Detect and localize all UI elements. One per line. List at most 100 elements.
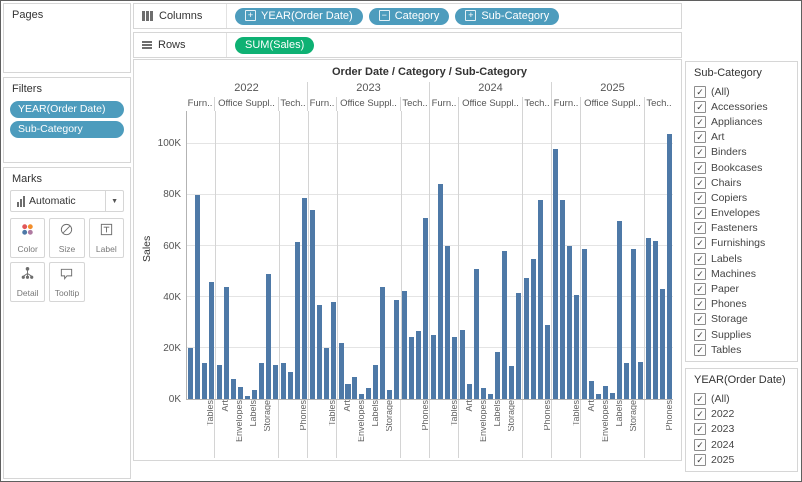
bar-2024-Appliances[interactable] [460,330,465,399]
bar-2025-Paper[interactable] [624,363,629,399]
filter-item-fasteners[interactable]: ✓Fasteners [694,221,789,236]
filter-item-2022[interactable]: ✓2022 [694,407,789,422]
filter-item-labels[interactable]: ✓Labels [694,251,789,266]
bar-2023-Copiers[interactable] [409,337,414,399]
checkbox-checked-icon[interactable]: ✓ [694,253,706,265]
bar-2024-Phones[interactable] [545,325,550,399]
bar-2024-Furnishings[interactable] [445,246,450,399]
filter-item-2023[interactable]: ✓2023 [694,422,789,437]
bar-2023-Fasteners[interactable] [366,388,371,399]
checkbox-checked-icon[interactable]: ✓ [694,439,706,451]
bar-2024-Accessories[interactable] [524,278,529,399]
bar-2025-Tables[interactable] [574,295,579,399]
bar-2025-Art[interactable] [589,381,594,399]
bar-2024-Art[interactable] [467,384,472,399]
bar-2022-Chairs[interactable] [195,195,200,399]
filter-item-machines[interactable]: ✓Machines [694,266,789,281]
bar-2024-Supplies[interactable] [516,293,521,399]
detail-button[interactable]: Detail [10,262,45,302]
bar-2023-Storage[interactable] [387,390,392,399]
bar-2022-Appliances[interactable] [217,365,222,399]
expand-icon[interactable]: + [465,10,476,21]
bar-2022-Paper[interactable] [259,363,264,399]
bar-2023-Bookcases[interactable] [310,210,315,399]
bar-2023-Accessories[interactable] [402,291,407,399]
checkbox-checked-icon[interactable]: ✓ [694,86,706,98]
label-button[interactable]: Label [89,218,124,258]
filter-item-envelopes[interactable]: ✓Envelopes [694,206,789,221]
checkbox-checked-icon[interactable]: ✓ [694,313,706,325]
checkbox-checked-icon[interactable]: ✓ [694,131,706,143]
bar-2022-Copiers[interactable] [288,372,293,399]
checkbox-checked-icon[interactable]: ✓ [694,393,706,405]
pages-shelf[interactable]: Pages [3,3,131,73]
filter-item-binders[interactable]: ✓Binders [694,145,789,160]
checkbox-checked-icon[interactable]: ✓ [694,207,706,219]
filter-item-2025[interactable]: ✓2025 [694,452,789,467]
bar-2022-Tables[interactable] [209,282,214,399]
bar-2025-Accessories[interactable] [646,238,651,399]
filter-item-bookcases[interactable]: ✓Bookcases [694,160,789,175]
bar-2022-Fasteners[interactable] [245,396,250,399]
filter-item-furnishings[interactable]: ✓Furnishings [694,236,789,251]
shelf-pill[interactable]: +Sub-Category [455,8,559,25]
bar-2024-Envelopes[interactable] [481,388,486,399]
bar-2023-Furnishings[interactable] [324,348,329,399]
bar-2023-Machines[interactable] [416,331,421,399]
bar-2023-Paper[interactable] [380,287,385,399]
checkbox-checked-icon[interactable]: ✓ [694,177,706,189]
filter-item-appliances[interactable]: ✓Appliances [694,114,789,129]
checkbox-checked-icon[interactable]: ✓ [694,329,706,341]
bar-2025-Appliances[interactable] [582,249,587,399]
bar-2022-Supplies[interactable] [273,365,278,399]
color-button[interactable]: Color [10,218,45,258]
bar-2023-Phones[interactable] [423,218,428,399]
bar-2024-Labels[interactable] [495,352,500,399]
checkbox-checked-icon[interactable]: ✓ [694,237,706,249]
bar-2024-Storage[interactable] [509,366,514,399]
bar-2025-Chairs[interactable] [560,200,565,399]
checkbox-checked-icon[interactable]: ✓ [694,268,706,280]
bar-2022-Furnishings[interactable] [202,363,207,399]
bar-2025-Machines[interactable] [660,289,665,399]
bar-2022-Envelopes[interactable] [238,387,243,399]
shelf-pill[interactable]: SUM(Sales) [235,37,314,54]
filter-pill[interactable]: YEAR(Order Date) [10,101,124,118]
checkbox-checked-icon[interactable]: ✓ [694,192,706,204]
bar-2023-Tables[interactable] [331,302,336,399]
bar-2023-Chairs[interactable] [317,305,322,399]
checkbox-checked-icon[interactable]: ✓ [694,222,706,234]
filter-item-paper[interactable]: ✓Paper [694,281,789,296]
filter-item-chairs[interactable]: ✓Chairs [694,175,789,190]
bar-2024-Copiers[interactable] [531,259,536,399]
bar-2024-Bookcases[interactable] [431,335,436,399]
shelf-pill[interactable]: +YEAR(Order Date) [235,8,363,25]
bar-2025-Envelopes[interactable] [603,386,608,399]
bar-2025-Bookcases[interactable] [553,149,558,399]
checkbox-checked-icon[interactable]: ✓ [694,344,706,356]
filter-item-copiers[interactable]: ✓Copiers [694,190,789,205]
bar-2022-Binders[interactable] [231,379,236,399]
bar-2023-Binders[interactable] [352,377,357,399]
checkbox-checked-icon[interactable]: ✓ [694,162,706,174]
filter-item--all-[interactable]: ✓(All) [694,391,789,406]
mark-type-dropdown[interactable]: Automatic ▼ [10,190,124,212]
checkbox-checked-icon[interactable]: ✓ [694,116,706,128]
bar-2025-Furnishings[interactable] [567,246,572,399]
checkbox-checked-icon[interactable]: ✓ [694,298,706,310]
bar-2022-Machines[interactable] [295,242,300,399]
checkbox-checked-icon[interactable]: ✓ [694,423,706,435]
bar-2023-Art[interactable] [345,384,350,399]
bar-2024-Machines[interactable] [538,200,543,399]
filter-item-art[interactable]: ✓Art [694,130,789,145]
filter-item-supplies[interactable]: ✓Supplies [694,327,789,342]
size-button[interactable]: Size [49,218,84,258]
bar-2025-Fasteners[interactable] [610,393,615,399]
filter-item--all-[interactable]: ✓(All) [694,84,789,99]
filter-item-storage[interactable]: ✓Storage [694,312,789,327]
bar-2024-Paper[interactable] [502,251,507,399]
filter-item-phones[interactable]: ✓Phones [694,297,789,312]
bar-2023-Envelopes[interactable] [359,394,364,399]
bar-2022-Phones[interactable] [302,198,307,399]
checkbox-checked-icon[interactable]: ✓ [694,101,706,113]
